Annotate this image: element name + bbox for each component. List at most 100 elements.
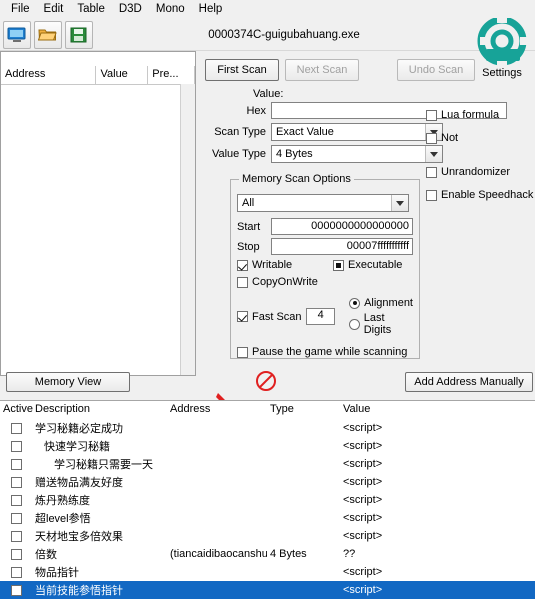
mid-toolbar: Memory View Add Address Manually <box>0 370 535 398</box>
row-description: 学习秘籍只需要一天 <box>54 459 153 471</box>
table-row[interactable]: 赠送物品满友好度 <script> <box>0 473 535 491</box>
menu-item-edit[interactable]: Edit <box>37 1 71 18</box>
checkbox-box <box>333 259 344 271</box>
last-digits-radio[interactable]: Last Digits <box>349 312 413 336</box>
checkbox-box <box>10 458 22 470</box>
row-active-checkbox[interactable] <box>0 494 32 506</box>
row-active-checkbox[interactable] <box>0 566 32 578</box>
settings-button[interactable]: Settings <box>471 16 533 79</box>
menu-bar: File Edit Table D3D Mono Help <box>0 0 535 20</box>
row-active-checkbox[interactable] <box>0 422 32 434</box>
unrandomizer-checkbox[interactable]: Unrandomizer <box>426 166 535 178</box>
row-value: <script> <box>343 512 383 524</box>
column-previous: Pre... <box>148 66 196 84</box>
enable-speedhack-label: Enable Speedhack <box>441 189 534 201</box>
cheat-table: Active Description Address Type Value 学习… <box>0 400 535 601</box>
undo-scan-button[interactable]: Undo Scan <box>397 59 475 81</box>
alignment-radio[interactable]: Alignment <box>349 297 413 309</box>
table-row[interactable]: 当前技能参悟指针 <script> <box>0 581 535 599</box>
row-value: <script> <box>343 584 383 596</box>
checkbox-box <box>237 259 248 271</box>
value-type-select[interactable]: 4 Bytes <box>271 145 443 163</box>
address-list-scrollbar[interactable] <box>180 84 195 375</box>
save-icon[interactable] <box>65 21 93 49</box>
checkbox-box <box>10 440 22 452</box>
executable-checkbox[interactable]: Executable <box>333 259 402 271</box>
row-active-checkbox[interactable] <box>0 440 32 452</box>
menu-item-d3d[interactable]: D3D <box>112 1 149 18</box>
value-type-value: 4 Bytes <box>276 148 313 160</box>
gear-icon <box>477 16 527 66</box>
column-address: Address <box>1 66 97 84</box>
folder-open-icon[interactable] <box>34 21 62 49</box>
enable-speedhack-checkbox[interactable]: Enable Speedhack <box>426 189 535 201</box>
scan-type-label: Scan Type <box>214 126 266 138</box>
memory-region-select[interactable]: All <box>237 194 409 212</box>
checkbox-box <box>426 109 437 121</box>
cheat-table-header: Active Description Address Type Value <box>0 401 535 419</box>
start-address-input[interactable]: 0000000000000000 <box>270 218 413 235</box>
table-row[interactable]: 天材地宝多倍效果 <script> <box>0 527 535 545</box>
stop-address-input[interactable]: 00007fffffffffff <box>270 238 413 255</box>
cheat-table-body: 学习秘籍必定成功 <script> 快速学习秘籍 <script> 学习秘籍只需要一天 <… <box>0 419 535 601</box>
scan-panel: First Scan Next Scan Undo Scan Value: He… <box>205 51 535 381</box>
row-value: <script> <box>343 422 383 434</box>
last-digits-label: Last Digits <box>363 312 392 336</box>
table-row[interactable]: 超level参悟 <script> <box>0 509 535 527</box>
address-list-panel[interactable]: Address Value Pre... <box>0 51 196 376</box>
row-active-checkbox[interactable] <box>0 548 32 560</box>
fast-scan-checkbox[interactable]: Fast Scan <box>237 311 306 323</box>
table-row[interactable]: 物品指针 <script> <box>0 563 535 581</box>
settings-label: Settings <box>482 67 522 79</box>
writable-checkbox[interactable]: Writable <box>237 259 333 271</box>
table-row[interactable]: 倍数 (tiancaidibaocanshu) 4 Bytes?? <box>0 545 535 563</box>
radio-dot <box>349 297 361 309</box>
lua-formula-checkbox[interactable]: Lua formula <box>426 109 535 121</box>
chevron-down-icon[interactable] <box>391 195 408 211</box>
monitor-icon[interactable] <box>3 21 31 49</box>
process-title: 0000374C-guigubahuang.exe <box>208 29 360 41</box>
scan-type-select[interactable]: Exact Value <box>271 123 443 141</box>
next-scan-button[interactable]: Next Scan <box>285 59 359 81</box>
memory-view-button[interactable]: Memory View <box>6 372 130 392</box>
row-active-checkbox[interactable] <box>0 512 32 524</box>
row-address: (tiancaidibaocanshu) <box>170 548 267 560</box>
row-description: 物品指针 <box>35 567 79 579</box>
first-scan-button[interactable]: First Scan <box>205 59 279 81</box>
row-description: 学习秘籍必定成功 <box>35 423 123 435</box>
not-checkbox[interactable]: Not <box>426 132 535 144</box>
menu-item-mono[interactable]: Mono <box>149 1 192 18</box>
row-value: <script> <box>343 458 383 470</box>
menu-item-file[interactable]: File <box>4 1 37 18</box>
checkbox-box <box>10 530 22 542</box>
no-entry-icon[interactable] <box>255 370 277 392</box>
row-type: 4 Bytes <box>270 548 307 560</box>
copyonwrite-checkbox[interactable]: CopyOnWrite <box>237 276 413 288</box>
menu-item-table[interactable]: Table <box>70 1 112 18</box>
table-row[interactable]: 快速学习秘籍 <script> <box>0 437 535 455</box>
row-description: 倍数 <box>35 549 57 561</box>
pause-game-checkbox[interactable]: Pause the game while scanning <box>237 346 413 358</box>
menu-item-help[interactable]: Help <box>192 1 230 18</box>
column-active: Active <box>3 403 33 415</box>
row-active-checkbox[interactable] <box>0 476 32 488</box>
pause-game-label: Pause the game while scanning <box>252 346 408 358</box>
row-active-checkbox[interactable] <box>0 584 32 596</box>
row-active-checkbox[interactable] <box>0 458 32 470</box>
toolbar-icons <box>0 21 93 49</box>
row-description: 赠送物品满友好度 <box>35 477 123 489</box>
table-row[interactable]: 炼丹熟练度 <script> <box>0 491 535 509</box>
add-address-manually-button[interactable]: Add Address Manually <box>405 372 533 392</box>
table-row[interactable]: 学习秘籍必定成功 <script> <box>0 419 535 437</box>
radio-dot <box>349 318 360 330</box>
row-value: <script> <box>343 566 383 578</box>
table-row[interactable]: 学习秘籍只需要一天 <script> <box>0 455 535 473</box>
stop-label: Stop <box>237 240 260 253</box>
writable-label: Writable <box>252 259 293 271</box>
fast-scan-value-input[interactable]: 4 <box>306 308 336 325</box>
row-active-checkbox[interactable] <box>0 530 32 542</box>
scan-flags: Lua formula Not Unrandomizer Enable Spee… <box>426 109 535 212</box>
row-value: <script> <box>343 530 383 542</box>
value-label: Value: <box>253 88 284 100</box>
cheat-engine-window: File Edit Table D3D Mono Help 0000374C-g… <box>0 0 535 601</box>
